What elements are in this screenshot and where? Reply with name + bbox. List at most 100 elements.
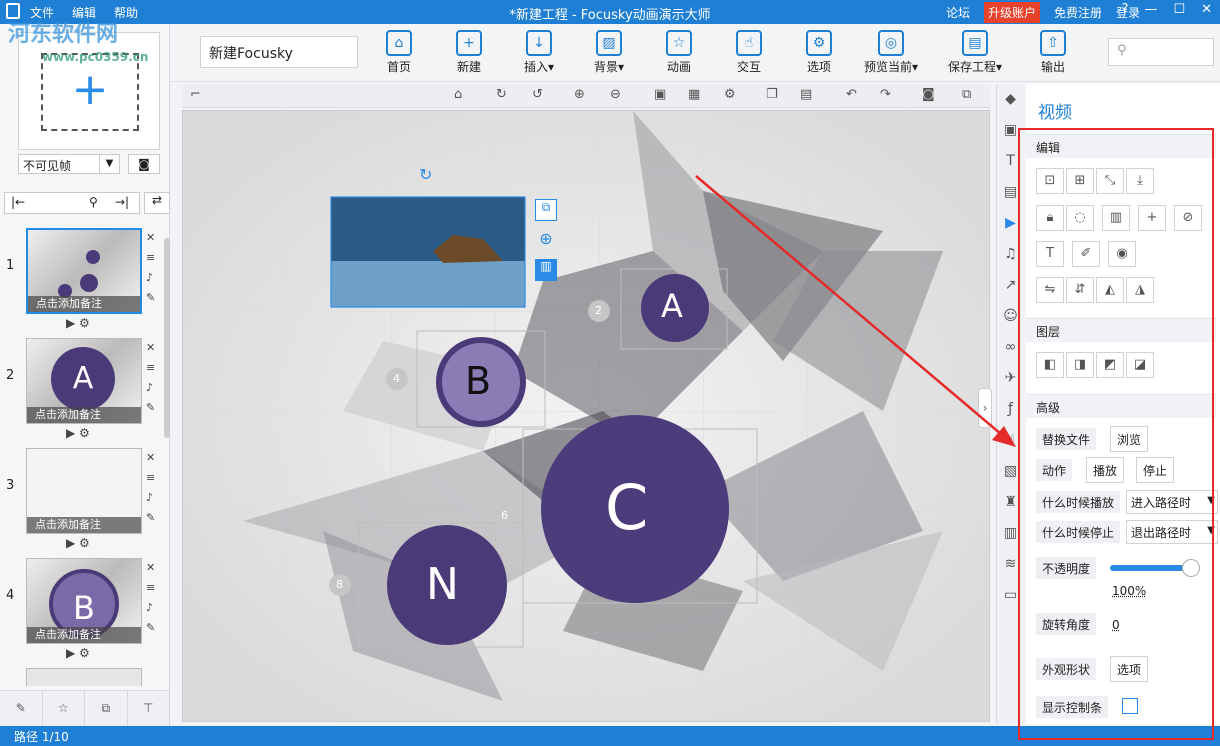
animation-label: 动画 (666, 60, 691, 74)
slide-play-settings[interactable]: ▶ ⚙ (66, 426, 90, 440)
slide-item[interactable] (0, 664, 170, 686)
grid-settings-icon[interactable]: ⚙ (724, 87, 736, 102)
path-marker[interactable]: 6 (501, 509, 508, 522)
bookmark-icon[interactable]: ☆ (43, 691, 85, 726)
add-icon[interactable]: ⊕ (535, 229, 557, 251)
search-icon: ⚲ (1117, 43, 1127, 58)
slide-play-settings[interactable]: ▶ ⚙ (66, 536, 90, 550)
slide-scrollbar[interactable] (164, 238, 170, 438)
circle-label[interactable]: A (661, 287, 683, 325)
project-name-field[interactable]: 新建Focusky (200, 36, 358, 68)
close-icon[interactable]: ✕ (1201, 2, 1212, 17)
slide-thumbnail[interactable]: 点击添加备注 (26, 448, 142, 534)
home-view-icon[interactable]: ⌂ (454, 87, 462, 102)
preview-button[interactable]: ◎ 预览当前▾ (860, 28, 922, 75)
edit-note-icon[interactable]: ✎ (0, 691, 43, 726)
background-label: 背景 (593, 60, 618, 74)
visibility-value: 不可见帧 (23, 159, 72, 173)
slide-item[interactable]: 2 A 点击添加备注 ✕ ≡ ♪ ✎ ▶ ⚙ (0, 334, 170, 444)
copy-icon[interactable]: ❐ (766, 87, 778, 102)
slide-play-settings[interactable]: ▶ ⚙ (66, 646, 90, 660)
slide-thumbnail[interactable] (26, 668, 142, 686)
new-button[interactable]: + 新建 (440, 28, 498, 75)
zoom-in-icon[interactable]: ⊕ (574, 87, 585, 102)
swap-icon[interactable]: ⇄ (144, 192, 170, 214)
help-icon[interactable]: ? (1122, 2, 1129, 17)
insert-icon: ↓ (526, 30, 552, 56)
last-slide-icon[interactable]: →| (115, 195, 129, 209)
add-frame-icon[interactable]: + (41, 53, 139, 131)
upgrade-button[interactable]: 升级账户 (983, 1, 1040, 23)
slide-item[interactable]: 1 点击添加备注 ✕ ≡ ♪ ✎ ▶ ⚙ (0, 224, 170, 334)
register-link[interactable]: 免费注册 (1054, 4, 1102, 21)
animation-button[interactable]: ☆ 动画 (650, 28, 708, 75)
zoom-icon[interactable]: ⚲ (89, 195, 98, 209)
visibility-select[interactable]: 不可见帧 ▼ (18, 154, 120, 174)
grid-icon[interactable]: ▦ (688, 87, 700, 102)
top-icon[interactable]: ⊤ (128, 691, 170, 726)
slide-actions[interactable]: ✕ ≡ ♪ ✎ (146, 228, 160, 308)
options-label: 选项 (806, 60, 831, 74)
save-button[interactable]: ▤ 保存工程▾ (942, 28, 1008, 75)
canvas-toolbar: ⌐ ⌂ ↻ ↺ ⊕ ⊖ ▣ ▦ ⚙ ❐ ▤ ↶ ↷ ◙ ⧉ (182, 84, 990, 108)
slide-note[interactable]: 点击添加备注 (27, 627, 141, 643)
paste-icon[interactable]: ▤ (800, 87, 812, 102)
slide-thumbnail[interactable]: A 点击添加备注 (26, 338, 142, 424)
redo-icon[interactable]: ↷ (880, 87, 891, 102)
forum-link[interactable]: 论坛 (946, 4, 970, 21)
preview-icon: ◎ (878, 30, 904, 56)
slide-note[interactable]: 点击添加备注 (27, 407, 141, 423)
undo-icon[interactable]: ↶ (846, 87, 857, 102)
ruler-icon[interactable]: ⌐ (190, 87, 201, 102)
slide-list: 1 点击添加备注 ✕ ≡ ♪ ✎ ▶ ⚙ 2 A 点击添加备注 ✕ ≡ ♪ ✎ ▶ ⚙ 3 … (0, 224, 170, 686)
slide-note[interactable]: 点击添加备注 (27, 517, 141, 533)
circle-label[interactable]: B (465, 359, 491, 403)
preview-label: 预览当前 (863, 60, 912, 74)
lock-icon[interactable]: ▣ (654, 87, 666, 102)
options-button[interactable]: ⚙ 选项 (790, 28, 848, 75)
screenshot-icon[interactable]: ◙ (922, 87, 935, 102)
rotate-handle-icon[interactable]: ↻ (419, 165, 432, 184)
slide-play-settings[interactable]: ▶ ⚙ (66, 316, 90, 330)
trash-icon[interactable]: ▥ (535, 259, 557, 281)
animation-icon: ☆ (666, 30, 692, 56)
left-bottom-toolbar: ✎ ☆ ⧉ ⊤ (0, 690, 170, 726)
slide-nav-bar: |← ⚲ →| (4, 192, 140, 214)
circle-label[interactable]: N (426, 559, 459, 610)
export-button[interactable]: ⇧ 输出 (1024, 28, 1082, 75)
minimize-icon[interactable]: — (1144, 2, 1157, 17)
rotate-left-icon[interactable]: ↺ (532, 87, 543, 102)
zoom-out-icon[interactable]: ⊖ (610, 87, 621, 102)
slide-actions[interactable]: ✕ ≡ ♪ ✎ (146, 448, 160, 528)
slide-actions[interactable]: ✕ ≡ ♪ ✎ (146, 338, 160, 418)
slide-item[interactable]: 3 点击添加备注 ✕ ≡ ♪ ✎ ▶ ⚙ (0, 444, 170, 554)
background-button[interactable]: ▨ 背景▾ (580, 28, 638, 75)
slide-thumbnail[interactable]: 点击添加备注 (26, 228, 142, 314)
interaction-button[interactable]: ☝ 交互 (720, 28, 778, 75)
slide-actions[interactable]: ✕ ≡ ♪ ✎ (146, 558, 160, 638)
rotate-right-icon[interactable]: ↻ (496, 87, 507, 102)
maximize-icon[interactable]: ☐ (1173, 2, 1185, 17)
save-label: 保存工程 (947, 60, 996, 74)
camera-icon[interactable]: ◙ (128, 154, 160, 174)
search-input[interactable]: ⚲ (1108, 38, 1214, 66)
fullscreen-icon[interactable]: ⧉ (962, 87, 971, 102)
path-marker[interactable]: 4 (393, 372, 400, 385)
slide-item[interactable]: 4 B 点击添加备注 ✕ ≡ ♪ ✎ ▶ ⚙ (0, 554, 170, 664)
slide-note[interactable]: 点击添加备注 (28, 296, 140, 312)
frame-zoom-icon[interactable]: ⧉ (535, 199, 557, 221)
home-button[interactable]: ⌂ 首页 (370, 28, 428, 75)
slide-thumbnail[interactable]: B 点击添加备注 (26, 558, 142, 644)
path-marker[interactable]: 2 (595, 304, 602, 317)
export-icon: ⇧ (1040, 30, 1066, 56)
first-slide-icon[interactable]: |← (11, 195, 25, 209)
export-label: 输出 (1040, 60, 1065, 74)
path-marker[interactable]: 8 (336, 578, 343, 591)
chevron-down-icon[interactable]: ▼ (99, 155, 119, 173)
circle-label[interactable]: C (605, 471, 648, 544)
insert-button[interactable]: ↓ 插入▾ (510, 28, 568, 75)
thumb-circle (80, 274, 98, 292)
arrange-icon[interactable]: ⧉ (85, 691, 128, 726)
main-toolbar: 新建Focusky ⌂ 首页 + 新建 ↓ 插入▾ ▨ 背景▾ ☆ 动画 ☝ 交互 ⚙ 选项 … (170, 24, 1220, 82)
shape-icon[interactable]: ◆ (997, 84, 1024, 115)
